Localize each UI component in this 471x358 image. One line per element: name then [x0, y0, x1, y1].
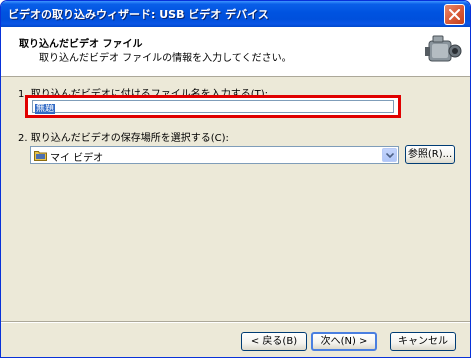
filename-input[interactable]: 無題 [32, 100, 394, 114]
filename-highlight-frame: 無題 [25, 95, 401, 118]
close-button[interactable] [444, 4, 465, 25]
location-label: 2. 取り込んだビデオの保存場所を選択する(C): [18, 133, 229, 144]
video-folder-icon [34, 151, 47, 161]
window-title: ビデオの取り込みウィザード: USB ビデオ デバイス [8, 8, 269, 21]
browse-button[interactable]: 参照(R)... [405, 145, 455, 164]
next-button[interactable]: 次へ(N) > [311, 332, 377, 351]
chevron-down-icon [386, 153, 394, 158]
back-button[interactable]: < 戻る(B) [241, 332, 307, 351]
camcorder-icon [425, 35, 462, 62]
wizard-window: ビデオの取り込みウィザード: USB ビデオ デバイス 取り込んだビデオ ファイ… [0, 0, 471, 358]
wizard-header: 取り込んだビデオ ファイル 取り込んだビデオ ファイルの情報を入力してください。 [1, 27, 470, 77]
header-subtitle: 取り込んだビデオ ファイルの情報を入力してください。 [39, 53, 292, 64]
footer-divider [1, 321, 470, 323]
location-dropdown-button[interactable] [382, 148, 397, 162]
location-selected-value: マイ ビデオ [50, 153, 104, 164]
location-dropdown[interactable]: マイ ビデオ [30, 146, 399, 164]
header-title: 取り込んだビデオ ファイル [19, 39, 143, 50]
filename-selected-text: 無題 [35, 104, 56, 114]
title-bar[interactable]: ビデオの取り込みウィザード: USB ビデオ デバイス [1, 1, 470, 27]
close-icon [449, 9, 460, 20]
cancel-button[interactable]: キャンセル [390, 332, 456, 351]
